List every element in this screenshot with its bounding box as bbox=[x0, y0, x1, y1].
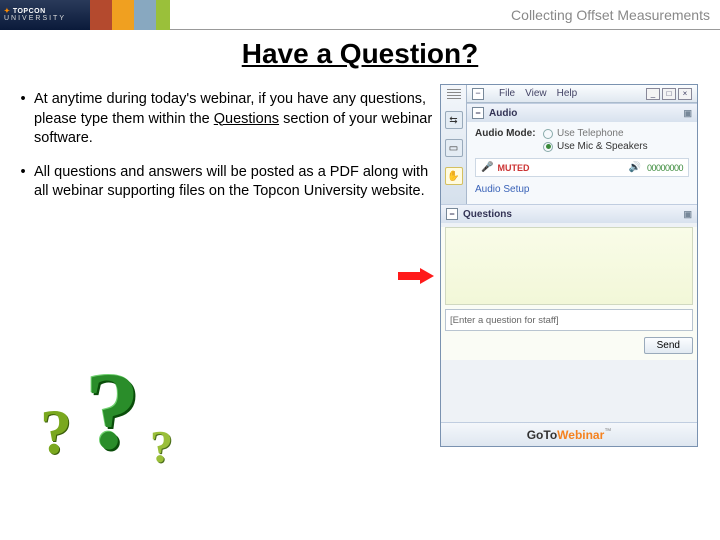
questions-log bbox=[445, 227, 693, 305]
audio-title: Audio bbox=[489, 108, 517, 119]
bullet-underline: Questions bbox=[214, 111, 279, 127]
audio-section: − Audio ▣ Audio Mode: Use Telephone bbox=[467, 103, 697, 204]
audio-setup-link[interactable]: Audio Setup bbox=[475, 183, 689, 196]
question-marks-graphic: ? ? ? bbox=[30, 340, 200, 510]
questions-section: − Questions ▣ Send bbox=[441, 204, 697, 360]
expand-arrows-icon[interactable]: ⇆ bbox=[445, 111, 463, 129]
panel-empty-area bbox=[441, 360, 697, 422]
panel-footer-brand: GoToWebinar™ bbox=[441, 422, 697, 446]
slide-title: Have a Question? bbox=[0, 38, 720, 70]
bullet-item: • All questions and answers will be post… bbox=[12, 163, 434, 202]
panel-dock: ⇆ ▭ ✋ bbox=[441, 85, 467, 204]
collapse-toggle[interactable]: − bbox=[472, 88, 484, 100]
muted-label: MUTED bbox=[497, 163, 529, 173]
opt-mic-speakers[interactable]: Use Mic & Speakers bbox=[557, 141, 648, 152]
header-subtitle: Collecting Offset Measurements bbox=[170, 7, 720, 23]
gotowebinar-panel: ⇆ ▭ ✋ − File View Help _ □ bbox=[440, 84, 698, 447]
bullet-item: • At anytime during today's webinar, if … bbox=[12, 90, 434, 149]
menu-view[interactable]: View bbox=[525, 88, 547, 99]
minimize-button[interactable]: _ bbox=[646, 88, 660, 100]
footer-webinar: Webinar bbox=[557, 428, 604, 442]
question-mark-icon: ? bbox=[40, 395, 72, 469]
questions-title: Questions bbox=[463, 209, 512, 220]
radio-telephone[interactable] bbox=[543, 129, 553, 139]
level-meter: 00000000 bbox=[647, 163, 683, 173]
raise-hand-icon[interactable]: ✋ bbox=[445, 167, 463, 185]
trademark-icon: ™ bbox=[604, 428, 611, 435]
decor-tabs bbox=[90, 0, 170, 30]
undock-icon[interactable]: ▣ bbox=[683, 108, 692, 119]
mute-status-bar: 🎤 MUTED 🔊 00000000 bbox=[475, 158, 689, 177]
slide-header: ✦ TOPCON UNIVERSITY Collecting Offset Me… bbox=[0, 0, 720, 30]
menu-file[interactable]: File bbox=[499, 88, 515, 99]
close-button[interactable]: × bbox=[678, 88, 692, 100]
menu-help[interactable]: Help bbox=[557, 88, 578, 99]
grip-icon[interactable] bbox=[447, 89, 461, 101]
question-mark-icon: ? bbox=[150, 420, 173, 473]
brand-logo: ✦ TOPCON UNIVERSITY bbox=[0, 0, 90, 30]
webinar-panel-column: ⇆ ▭ ✋ − File View Help _ □ bbox=[440, 82, 710, 447]
footer-goto: GoTo bbox=[527, 428, 557, 442]
audio-mode-label: Audio Mode: bbox=[475, 128, 543, 139]
collapse-toggle[interactable]: − bbox=[472, 107, 484, 119]
callout-arrow-icon bbox=[398, 268, 436, 284]
panel-menu-bar: − File View Help _ □ × bbox=[467, 85, 697, 103]
undock-icon[interactable]: ▣ bbox=[683, 209, 692, 220]
logo-area: ✦ TOPCON UNIVERSITY bbox=[0, 0, 170, 30]
question-mark-icon: ? bbox=[85, 348, 140, 475]
radio-mic-speakers[interactable] bbox=[543, 142, 553, 152]
logo-sub-text: UNIVERSITY bbox=[4, 15, 90, 22]
opt-telephone[interactable]: Use Telephone bbox=[557, 128, 624, 139]
speaker-icon: 🔊 bbox=[629, 162, 641, 173]
bullet-text: All questions and answers will be posted… bbox=[34, 164, 428, 200]
question-input[interactable] bbox=[445, 309, 693, 331]
monitor-icon[interactable]: ▭ bbox=[445, 139, 463, 157]
send-button[interactable]: Send bbox=[644, 337, 693, 354]
maximize-button[interactable]: □ bbox=[662, 88, 676, 100]
logo-brand-text: TOPCON bbox=[13, 8, 46, 15]
collapse-toggle[interactable]: − bbox=[446, 208, 458, 220]
microphone-icon: 🎤 bbox=[481, 162, 493, 173]
